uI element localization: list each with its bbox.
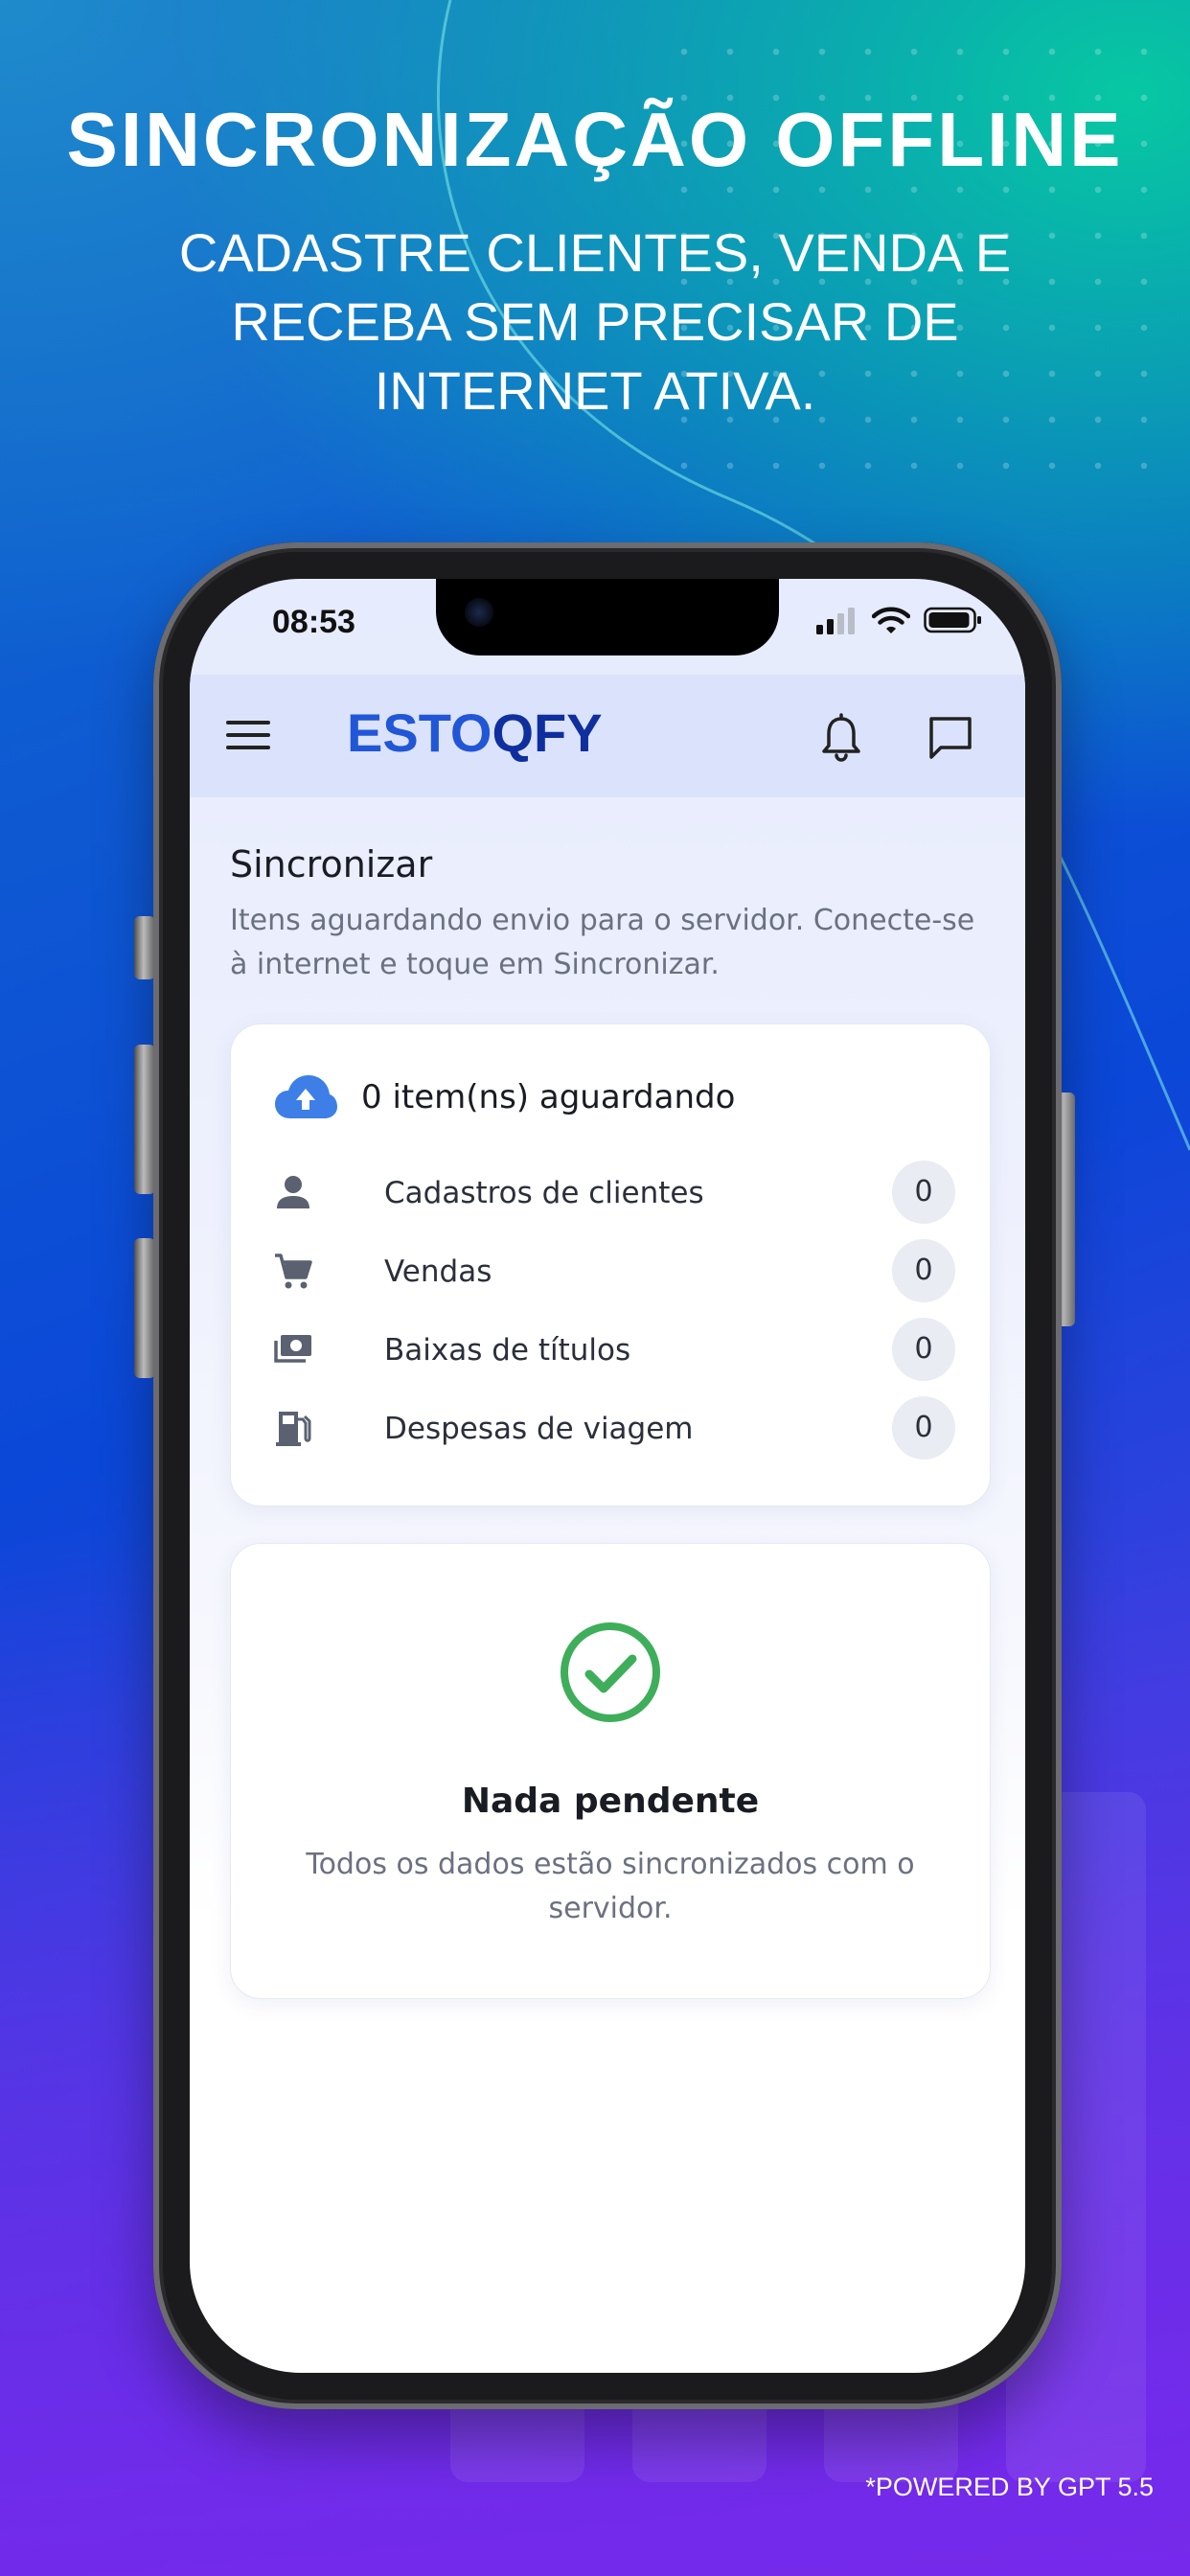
pending-count-heading: 0 item(ns) aguardando bbox=[361, 1078, 736, 1116]
list-item-vendas[interactable]: Vendas 0 bbox=[273, 1239, 955, 1302]
app-screen: 08:53 ESTOQFY Sincronizar Itens aguardan… bbox=[190, 579, 1025, 2373]
status-time: 08:53 bbox=[272, 604, 355, 640]
list-item-despesas[interactable]: Despesas de viagem 0 bbox=[273, 1396, 955, 1460]
cellular-signal-icon bbox=[816, 608, 855, 634]
pending-items-card: 0 item(ns) aguardando Cadastros de clien… bbox=[230, 1024, 991, 1506]
person-icon bbox=[277, 1176, 309, 1208]
list-item-baixas[interactable]: Baixas de títulos 0 bbox=[273, 1318, 955, 1381]
phone-side-button bbox=[134, 1045, 155, 1194]
list-item-clientes[interactable]: Cadastros de clientes 0 bbox=[273, 1161, 955, 1224]
page-description: Itens aguardando envio para o servidor. … bbox=[230, 904, 975, 981]
battery-icon bbox=[924, 607, 981, 633]
menu-icon[interactable] bbox=[226, 721, 270, 753]
logo-text-main: ESTO bbox=[347, 702, 492, 763]
list-item-label: Vendas bbox=[384, 1254, 492, 1289]
count-badge: 0 bbox=[892, 1161, 955, 1224]
count-badge: 0 bbox=[892, 1239, 955, 1302]
phone-frame: 08:53 ESTOQFY Sincronizar Itens aguardan… bbox=[153, 542, 1062, 2409]
page-title: Sincronizar bbox=[230, 843, 433, 886]
app-bar: ESTOQFY bbox=[190, 675, 1025, 797]
list-item-label: Cadastros de clientes bbox=[384, 1176, 704, 1210]
app-logo: ESTOQFY bbox=[347, 702, 603, 764]
empty-state-title: Nada pendente bbox=[461, 1782, 760, 1821]
phone-side-button bbox=[134, 1238, 155, 1378]
wifi-icon bbox=[872, 607, 910, 633]
bell-icon[interactable] bbox=[818, 713, 864, 763]
status-icons bbox=[816, 606, 983, 634]
count-badge: 0 bbox=[892, 1318, 955, 1381]
list-item-label: Baixas de títulos bbox=[384, 1333, 631, 1368]
banner-headline: SINCRONIZAÇÃO OFFLINE bbox=[66, 97, 1124, 182]
nothing-pending-card: Nada pendente Todos os dados estão sincr… bbox=[230, 1543, 991, 1999]
count-badge: 0 bbox=[892, 1396, 955, 1460]
camera-icon bbox=[465, 598, 493, 627]
empty-state-description: Todos os dados estão sincronizados com o… bbox=[306, 1848, 915, 1925]
fuel-icon bbox=[276, 1412, 311, 1446]
cloud-upload-icon bbox=[275, 1075, 337, 1118]
list-item-label: Despesas de viagem bbox=[384, 1412, 694, 1446]
banner-subline: CADASTRE CLIENTES, VENDA E RECEBA SEM PR… bbox=[178, 222, 1012, 421]
phone-notch bbox=[436, 579, 779, 656]
money-icon bbox=[274, 1335, 311, 1363]
powered-by-footer: *POWERED BY GPT 5.5 bbox=[865, 2472, 1154, 2501]
phone-side-button bbox=[134, 916, 155, 979]
check-circle-icon bbox=[561, 1622, 660, 1722]
cart-icon bbox=[275, 1254, 312, 1289]
logo-text-tail: QFY bbox=[492, 702, 603, 763]
chat-icon[interactable] bbox=[926, 713, 975, 763]
